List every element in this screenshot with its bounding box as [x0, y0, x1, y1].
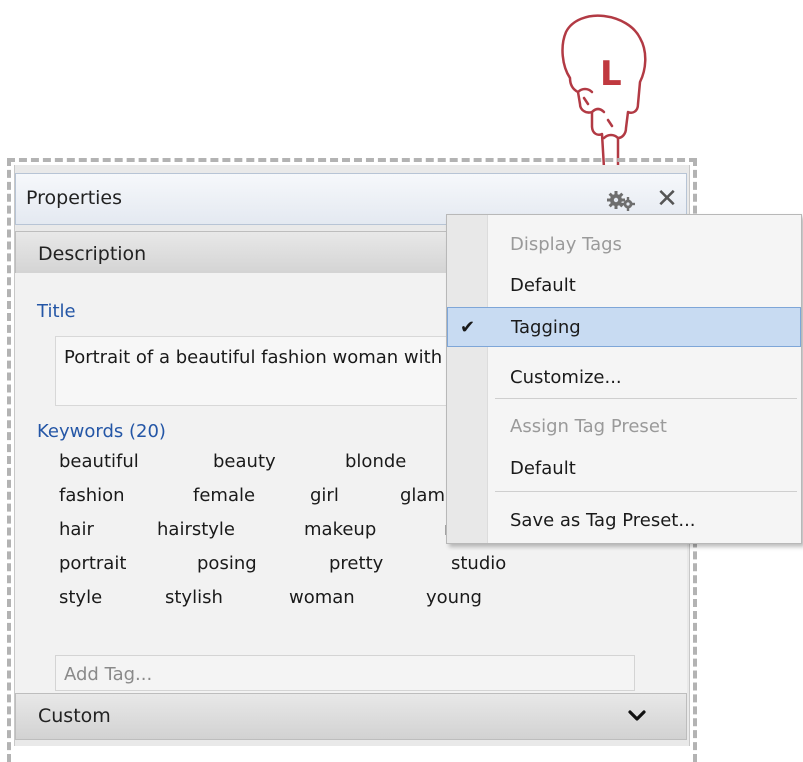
menu-item-customize[interactable]: Customize...	[447, 358, 801, 398]
hand-badge: L	[600, 54, 622, 94]
menu-item-tagging[interactable]: ✔ Tagging	[447, 307, 801, 347]
menu-header-label: Display Tags	[510, 234, 622, 255]
keyword-tag[interactable]: woman	[289, 587, 355, 608]
keyword-tag[interactable]: fashion	[59, 485, 125, 506]
gear-icon[interactable]	[606, 187, 636, 213]
keyword-tag[interactable]: blonde	[345, 451, 406, 472]
custom-section-label: Custom	[38, 705, 111, 727]
keyword-tag[interactable]: studio	[451, 553, 506, 574]
menu-item-display-default[interactable]: Default	[447, 266, 801, 306]
custom-section-header[interactable]: Custom	[15, 693, 687, 740]
menu-separator	[495, 491, 797, 492]
display-tags-menu: Display Tags Default ✔ Tagging Customize…	[446, 214, 802, 544]
keyword-tag[interactable]: female	[193, 485, 255, 506]
keyword-tag[interactable]: beauty	[213, 451, 276, 472]
keywords-label: Keywords (20)	[37, 421, 166, 442]
keyword-tag[interactable]: beautiful	[59, 451, 139, 472]
keyword-tag[interactable]: young	[426, 587, 482, 608]
keyword-tag[interactable]: hair	[59, 519, 94, 540]
keyword-tag[interactable]: girl	[310, 485, 339, 506]
keyword-tag[interactable]: makeup	[304, 519, 376, 540]
menu-item-preset-default[interactable]: Default	[447, 449, 801, 489]
menu-item-save-preset[interactable]: Save as Tag Preset...	[447, 501, 801, 541]
keyword-tag[interactable]: portrait	[59, 553, 126, 574]
close-button[interactable]: ✕	[654, 184, 680, 214]
add-tag-input[interactable]	[62, 660, 626, 688]
menu-item-label: Save as Tag Preset...	[510, 510, 696, 531]
add-tag-field[interactable]	[55, 655, 635, 691]
menu-header-assign-preset: Assign Tag Preset	[447, 407, 801, 447]
menu-item-label: Default	[510, 275, 576, 296]
menu-header-display-tags: Display Tags	[447, 225, 801, 265]
keyword-tag[interactable]: hairstyle	[157, 519, 235, 540]
check-icon: ✔	[460, 317, 476, 338]
panel-title: Properties	[26, 187, 123, 209]
keyword-tag[interactable]: pretty	[329, 553, 383, 574]
menu-item-label: Customize...	[510, 367, 622, 388]
menu-item-label: Default	[510, 458, 576, 479]
menu-header-label: Assign Tag Preset	[510, 416, 667, 437]
keyword-tag[interactable]: stylish	[165, 587, 223, 608]
menu-item-label: Tagging	[511, 317, 581, 338]
title-field-label: Title	[37, 301, 76, 322]
description-section-label: Description	[38, 243, 147, 265]
keyword-tag[interactable]: posing	[197, 553, 257, 574]
chevron-down-icon[interactable]	[628, 707, 646, 725]
menu-separator	[495, 398, 797, 399]
keyword-tag[interactable]: style	[59, 587, 102, 608]
